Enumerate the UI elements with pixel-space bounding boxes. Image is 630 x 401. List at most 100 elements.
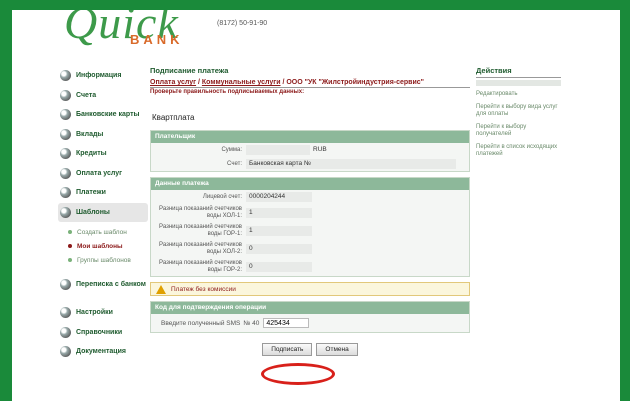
header-phone: (8172) 50-91-90: [217, 20, 268, 27]
submenu-create-template[interactable]: Создать шаблон: [60, 225, 160, 239]
data-label: Лицевой счет:: [202, 193, 242, 200]
sidebar-item-label: Вклады: [76, 130, 104, 138]
sidebar-item-settings[interactable]: Настройки: [60, 303, 160, 323]
templates-submenu: Создать шаблон Мои шаблоны Группы шаблон…: [60, 225, 160, 267]
breadcrumb: Оплата услуг / Коммунальные услуги / ООО…: [150, 79, 470, 88]
sms-row: Введите полученный SMS № 40: [151, 314, 469, 332]
actions-divider: [476, 80, 561, 86]
action-choose-service-link[interactable]: Перейти к выбору вида услуг для оплаты: [476, 104, 561, 118]
payment-data-panel: Данные платежа Лицевой счет: 0000204244 …: [150, 177, 470, 277]
sidebar-item-docs[interactable]: Документация: [60, 342, 160, 362]
bullet-icon: [68, 258, 72, 262]
sidebar-item-label: Кредиты: [76, 150, 107, 158]
data-row: Разница показаний счетчиков воды ГОР-2: …: [151, 258, 469, 276]
globe-icon: [60, 148, 71, 160]
payment-data-header: Данные платежа: [151, 178, 469, 190]
actions-panel: Действия Редактировать Перейти к выбору …: [476, 66, 561, 164]
sum-label: Сумма:: [221, 146, 242, 153]
sidebar-item-templates[interactable]: Шаблоны: [58, 202, 148, 222]
account-label: Счет:: [227, 160, 242, 167]
payer-panel: Плательщик Сумма: RUB Счет: Банковская к…: [150, 130, 470, 172]
data-value: 0000204244: [246, 192, 312, 202]
page-title: Подписание платежа: [150, 66, 229, 75]
highlight-ellipse: [261, 363, 335, 385]
sms-label: Введите полученный SMS: [161, 319, 241, 327]
sidebar-item-info[interactable]: Информация: [60, 66, 160, 86]
data-label: Разница показаний счетчиков воды ХОЛ-2:: [159, 242, 242, 255]
submenu-label: Мои шаблоны: [77, 242, 123, 250]
sign-button[interactable]: Подписать: [262, 343, 313, 356]
sidebar-item-accounts[interactable]: Счета: [60, 86, 160, 106]
breadcrumb-utilities[interactable]: Коммунальные услуги: [202, 79, 281, 86]
form-buttons: Подписать Отмена: [150, 343, 470, 356]
data-label: Разница показаний счетчиков воды ГОР-2:: [159, 260, 242, 273]
sms-panel: Код для подтверждения операции Введите п…: [150, 301, 470, 333]
actions-title: Действия: [476, 66, 561, 78]
sidebar-item-label: Документация: [76, 348, 126, 356]
sidebar-item-label: Настройки: [76, 309, 113, 317]
sidebar-item-label: Шаблоны: [76, 208, 110, 216]
data-row: Разница показаний счетчиков воды ГОР-1: …: [151, 222, 469, 240]
sms-code-input[interactable]: [263, 318, 310, 328]
globe-icon: [60, 167, 71, 179]
globe-icon: [60, 326, 71, 338]
breadcrumb-recipient: ООО "УК "Жилстройиндустрия-сервис": [286, 79, 424, 86]
sms-panel-header: Код для подтверждения операции: [151, 302, 469, 314]
account-row: Счет: Банковская карта №: [151, 157, 469, 171]
main-content: Подписание платежа Оплата услуг / Коммун…: [150, 66, 470, 385]
sidebar-item-label: Банковские карты: [76, 111, 140, 119]
data-row: Разница показаний счетчиков воды ХОЛ-1: …: [151, 204, 469, 222]
globe-icon: [60, 109, 71, 121]
data-value: 0: [246, 244, 312, 254]
globe-icon: [60, 307, 71, 319]
globe-icon: [60, 279, 71, 290]
submenu-label: Создать шаблон: [77, 228, 127, 236]
globe-icon: [60, 206, 71, 218]
sidebar-item-label: Счета: [76, 91, 97, 99]
action-outgoing-list-link[interactable]: Перейти в список исходящих платежей: [476, 144, 561, 158]
commission-warning: Платеж без комиссии: [150, 282, 470, 296]
data-value: 1: [246, 208, 312, 218]
data-value: 1: [246, 226, 312, 236]
data-value: 0: [246, 262, 312, 272]
data-label: Разница показаний счетчиков воды ГОР-1:: [159, 224, 242, 237]
sms-number: № 40: [243, 319, 260, 327]
payer-panel-header: Плательщик: [151, 131, 469, 143]
sidebar-item-services[interactable]: Оплата услуг: [60, 164, 160, 184]
submenu-template-groups[interactable]: Группы шаблонов: [60, 253, 160, 267]
sidebar-item-deposits[interactable]: Вклады: [60, 125, 160, 145]
sidebar-item-messages[interactable]: Переписка с банком: [60, 273, 160, 303]
sidebar-item-credits[interactable]: Кредиты: [60, 144, 160, 164]
globe-icon: [60, 89, 71, 101]
currency-label: RUB: [313, 146, 327, 153]
globe-icon: [60, 70, 71, 82]
submenu-my-templates[interactable]: Мои шаблоны: [60, 239, 160, 253]
page-frame: Quick BANK (8172) 50-91-90 Информация Сч…: [12, 10, 620, 401]
sidebar-item-references[interactable]: Справочники: [60, 323, 160, 343]
cancel-button[interactable]: Отмена: [316, 343, 358, 356]
sum-row: Сумма: RUB: [151, 143, 469, 157]
account-value: Банковская карта №: [246, 159, 456, 169]
payee-name: Квартплата: [152, 113, 195, 122]
sidebar-item-label: Переписка с банком: [76, 281, 146, 288]
bullet-icon: [68, 244, 72, 248]
bank-logo[interactable]: Quick BANK: [64, 10, 204, 54]
bullet-icon: [68, 230, 72, 234]
sidebar-nav: Информация Счета Банковские карты Вклады…: [58, 66, 160, 362]
sidebar-item-label: Справочники: [76, 328, 123, 336]
action-edit-link[interactable]: Редактировать: [476, 91, 561, 98]
sidebar-item-payments[interactable]: Платежи: [60, 183, 160, 203]
logo-bank-text: BANK: [130, 32, 184, 47]
action-choose-recipient-link[interactable]: Перейти к выбору получателей: [476, 124, 561, 138]
sum-value: [246, 145, 310, 155]
data-row: Разница показаний счетчиков воды ХОЛ-2: …: [151, 240, 469, 258]
sidebar-item-label: Платежи: [76, 189, 106, 197]
check-notice: Проверьте правильность подписываемых дан…: [150, 89, 305, 95]
breadcrumb-services[interactable]: Оплата услуг: [150, 79, 196, 86]
sidebar-item-label: Информация: [76, 72, 122, 80]
globe-icon: [60, 187, 71, 199]
warning-icon: [156, 284, 166, 294]
submenu-label: Группы шаблонов: [77, 256, 131, 264]
data-row: Лицевой счет: 0000204244: [151, 190, 469, 204]
sidebar-item-cards[interactable]: Банковские карты: [60, 105, 160, 125]
